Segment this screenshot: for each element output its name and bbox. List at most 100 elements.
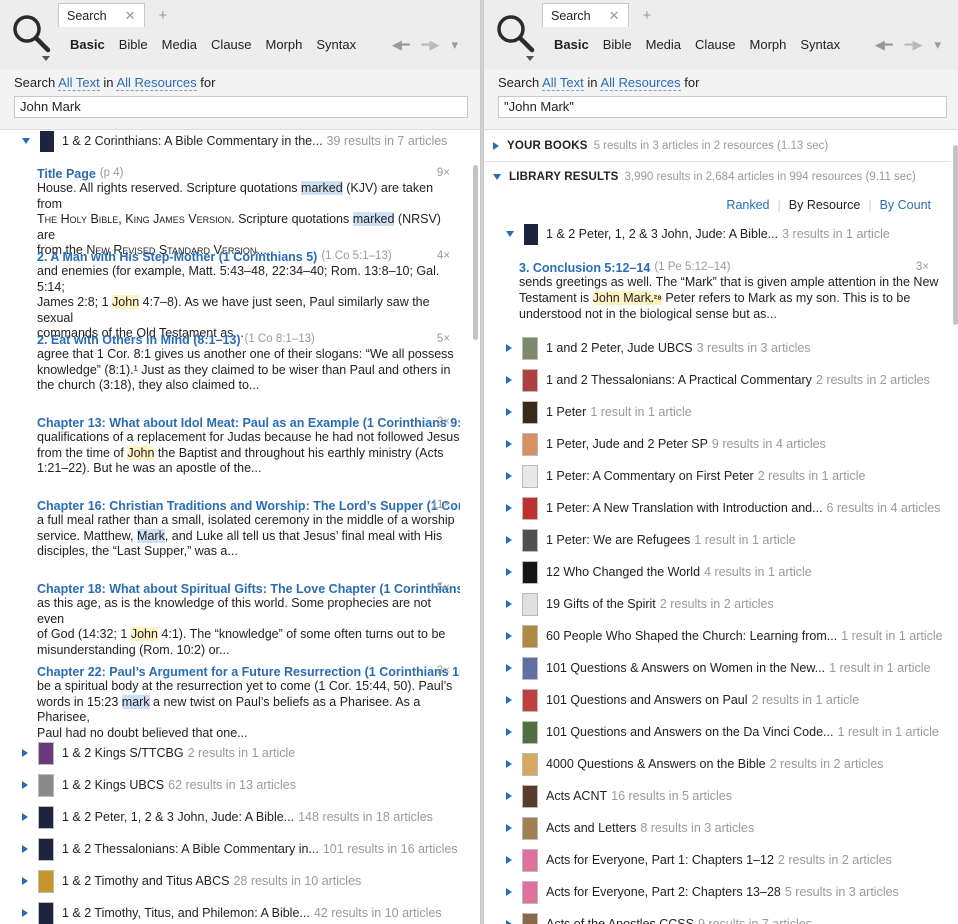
expand-icon[interactable] — [506, 920, 512, 924]
search-magnifier-icon[interactable] — [494, 12, 536, 64]
scope-resources-selector[interactable]: All Resources — [600, 75, 681, 91]
scrollbar-thumb[interactable] — [953, 145, 958, 325]
book-title[interactable]: 60 People Who Shaped the Church: Learnin… — [546, 629, 837, 643]
book-title[interactable]: 1 and 2 Thessalonians: A Practical Comme… — [546, 373, 812, 387]
expand-icon[interactable] — [506, 440, 512, 448]
article-title[interactable]: Chapter 18: What about Spiritual Gifts: … — [37, 582, 460, 596]
book-row[interactable]: 101 Questions and Answers on Paul 2 resul… — [484, 684, 951, 716]
scope-text-selector[interactable]: All Text — [542, 75, 584, 91]
sort-by-resource[interactable]: By Resource — [789, 198, 861, 212]
back-arrow-icon[interactable]: ◀━ — [875, 37, 893, 53]
expand-icon[interactable] — [506, 888, 512, 896]
book-row[interactable]: 101 Questions and Answers on the Da Vinc… — [484, 716, 951, 748]
book-row[interactable]: 1 Peter: A Commentary on First Peter 2 re… — [484, 460, 951, 492]
book-title[interactable]: Acts of the Apostles CCSS — [546, 917, 694, 924]
book-title[interactable]: 1 & 2 Peter, 1, 2 & 3 John, Jude: A Bibl… — [546, 227, 778, 241]
book-row[interactable]: Acts ACNT 16 results in 5 articles — [484, 780, 951, 812]
book-title[interactable]: Acts for Everyone, Part 1: Chapters 1–12 — [546, 853, 774, 867]
your-books-section[interactable]: YOUR BOOKS 5 results in 3 articles in 2 … — [484, 131, 951, 162]
search-tab[interactable]: Search ✕ — [542, 3, 629, 27]
expand-icon[interactable] — [506, 536, 512, 544]
book-row[interactable]: 1 & 2 Timothy and Titus ABCS 28 results i… — [0, 865, 472, 897]
article-title[interactable]: Chapter 13: What about Idol Meat: Paul a… — [37, 416, 460, 430]
book-title[interactable]: 101 Questions and Answers on Paul — [546, 693, 748, 707]
book-title[interactable]: 1 & 2 Thessalonians: A Bible Commentary … — [62, 842, 319, 856]
article-title[interactable]: 2. A Man with His Step-Mother (1 Corinth… — [37, 250, 317, 264]
expand-icon[interactable] — [506, 632, 512, 640]
tab-media[interactable]: Media — [162, 37, 197, 52]
collapse-icon[interactable] — [22, 138, 30, 144]
book-title[interactable]: 1 & 2 Kings UBCS — [62, 778, 164, 792]
book-title[interactable]: 101 Questions and Answers on the Da Vinc… — [546, 725, 833, 739]
scrollbar-thumb[interactable] — [473, 165, 478, 340]
search-tab[interactable]: Search ✕ — [58, 3, 145, 27]
tab-clause[interactable]: Clause — [211, 37, 251, 52]
tab-syntax[interactable]: Syntax — [800, 37, 840, 52]
sort-by-count[interactable]: By Count — [880, 198, 931, 212]
library-results-section[interactable]: LIBRARY RESULTS 3,990 results in 2,684 a… — [484, 162, 951, 192]
book-row[interactable]: 4000 Questions & Answers on the Bible 2 r… — [484, 748, 951, 780]
book-row[interactable]: 1 & 2 Kings S/TTCBG 2 results in 1 articl… — [0, 737, 472, 769]
article-title[interactable]: 2. Eat with Others in Mind (8:1–13) — [37, 333, 241, 347]
expand-icon[interactable] — [506, 568, 512, 576]
book-title[interactable]: 1 Peter: A New Translation with Introduc… — [546, 501, 823, 515]
sort-ranked[interactable]: Ranked — [726, 198, 769, 212]
book-row[interactable]: 1 Peter: We are Refugees 1 result in 1 ar… — [484, 524, 951, 556]
book-title[interactable]: 1 Peter — [546, 405, 586, 419]
article-title[interactable]: Title Page — [37, 167, 96, 181]
book-title[interactable]: 1 & 2 Timothy and Titus ABCS — [62, 874, 229, 888]
article-snippet[interactable]: be a spiritual body at the resurrection … — [37, 679, 460, 741]
expand-icon[interactable] — [506, 408, 512, 416]
tab-media[interactable]: Media — [646, 37, 681, 52]
search-input[interactable]: John Mark — [14, 96, 468, 118]
book-title[interactable]: Acts and Letters — [546, 821, 636, 835]
book-row[interactable]: 101 Questions & Answers on Women in the … — [484, 652, 951, 684]
book-row[interactable]: 1 & 2 Thessalonians: A Bible Commentary … — [0, 833, 472, 865]
book-title[interactable]: 1 & 2 Kings S/TTCBG — [62, 746, 184, 760]
book-title[interactable]: Acts for Everyone, Part 2: Chapters 13–2… — [546, 885, 781, 899]
expand-icon[interactable] — [506, 760, 512, 768]
tab-syntax[interactable]: Syntax — [316, 37, 356, 52]
expand-icon[interactable] — [22, 749, 28, 757]
expand-icon[interactable] — [506, 600, 512, 608]
book-row[interactable]: 1 Peter: A New Translation with Introduc… — [484, 492, 951, 524]
book-row[interactable]: 1 & 2 Corinthians: A Bible Commentary in… — [0, 130, 472, 157]
new-tab-icon[interactable]: + — [643, 7, 652, 24]
book-row[interactable]: 1 & 2 Kings UBCS 62 results in 13 article… — [0, 769, 472, 801]
expand-icon[interactable] — [22, 813, 28, 821]
expand-icon[interactable] — [22, 877, 28, 885]
article-title[interactable]: 3. Conclusion 5:12–14 — [519, 261, 650, 275]
expand-icon[interactable] — [506, 824, 512, 832]
book-row[interactable]: 1 & 2 Timothy, Titus, and Philemon: A Bi… — [0, 897, 472, 924]
book-row[interactable]: Acts for Everyone, Part 2: Chapters 13–2… — [484, 876, 951, 908]
collapse-icon[interactable] — [493, 174, 501, 180]
article-snippet[interactable]: and enemies (for example, Matt. 5:43–48,… — [37, 264, 460, 342]
history-dropdown-icon[interactable]: ▾ — [451, 37, 458, 53]
article-snippet[interactable]: House. All rights reserved. Scripture qu… — [37, 181, 460, 259]
expand-icon[interactable] — [506, 504, 512, 512]
book-row[interactable]: 12 Who Changed the World 4 results in 1 a… — [484, 556, 951, 588]
expand-icon[interactable] — [22, 845, 28, 853]
close-tab-icon[interactable]: ✕ — [125, 8, 136, 24]
book-row[interactable]: 1 & 2 Peter, 1, 2 & 3 John, Jude: A Bibl… — [0, 801, 472, 833]
forward-arrow-icon[interactable]: ━▶ — [905, 37, 923, 53]
book-title[interactable]: 1 & 2 Corinthians: A Bible Commentary in… — [62, 134, 323, 148]
book-title[interactable]: 1 Peter: We are Refugees — [546, 533, 690, 547]
book-title[interactable]: 1 & 2 Timothy, Titus, and Philemon: A Bi… — [62, 906, 310, 920]
article-snippet[interactable]: agree that 1 Cor. 8:1 gives us another o… — [37, 347, 460, 394]
article-title[interactable]: Chapter 22: Paul’s Argument for a Future… — [37, 665, 460, 679]
book-row[interactable]: 1 and 2 Peter, Jude UBCS 3 results in 3 a… — [484, 332, 951, 364]
book-title[interactable]: 1 and 2 Peter, Jude UBCS — [546, 341, 693, 355]
search-input[interactable]: "John Mark" — [498, 96, 947, 118]
expand-icon[interactable] — [506, 472, 512, 480]
expand-icon[interactable] — [506, 344, 512, 352]
back-arrow-icon[interactable]: ◀━ — [392, 37, 410, 53]
expand-icon[interactable] — [506, 856, 512, 864]
tab-basic[interactable]: Basic — [554, 37, 589, 52]
tab-basic[interactable]: Basic — [70, 37, 105, 52]
book-row[interactable]: 1 Peter 1 result in 1 article — [484, 396, 951, 428]
forward-arrow-icon[interactable]: ━▶ — [422, 37, 440, 53]
book-title[interactable]: 1 Peter, Jude and 2 Peter SP — [546, 437, 708, 451]
book-title[interactable]: 4000 Questions & Answers on the Bible — [546, 757, 766, 771]
book-title[interactable]: 101 Questions & Answers on Women in the … — [546, 661, 825, 675]
